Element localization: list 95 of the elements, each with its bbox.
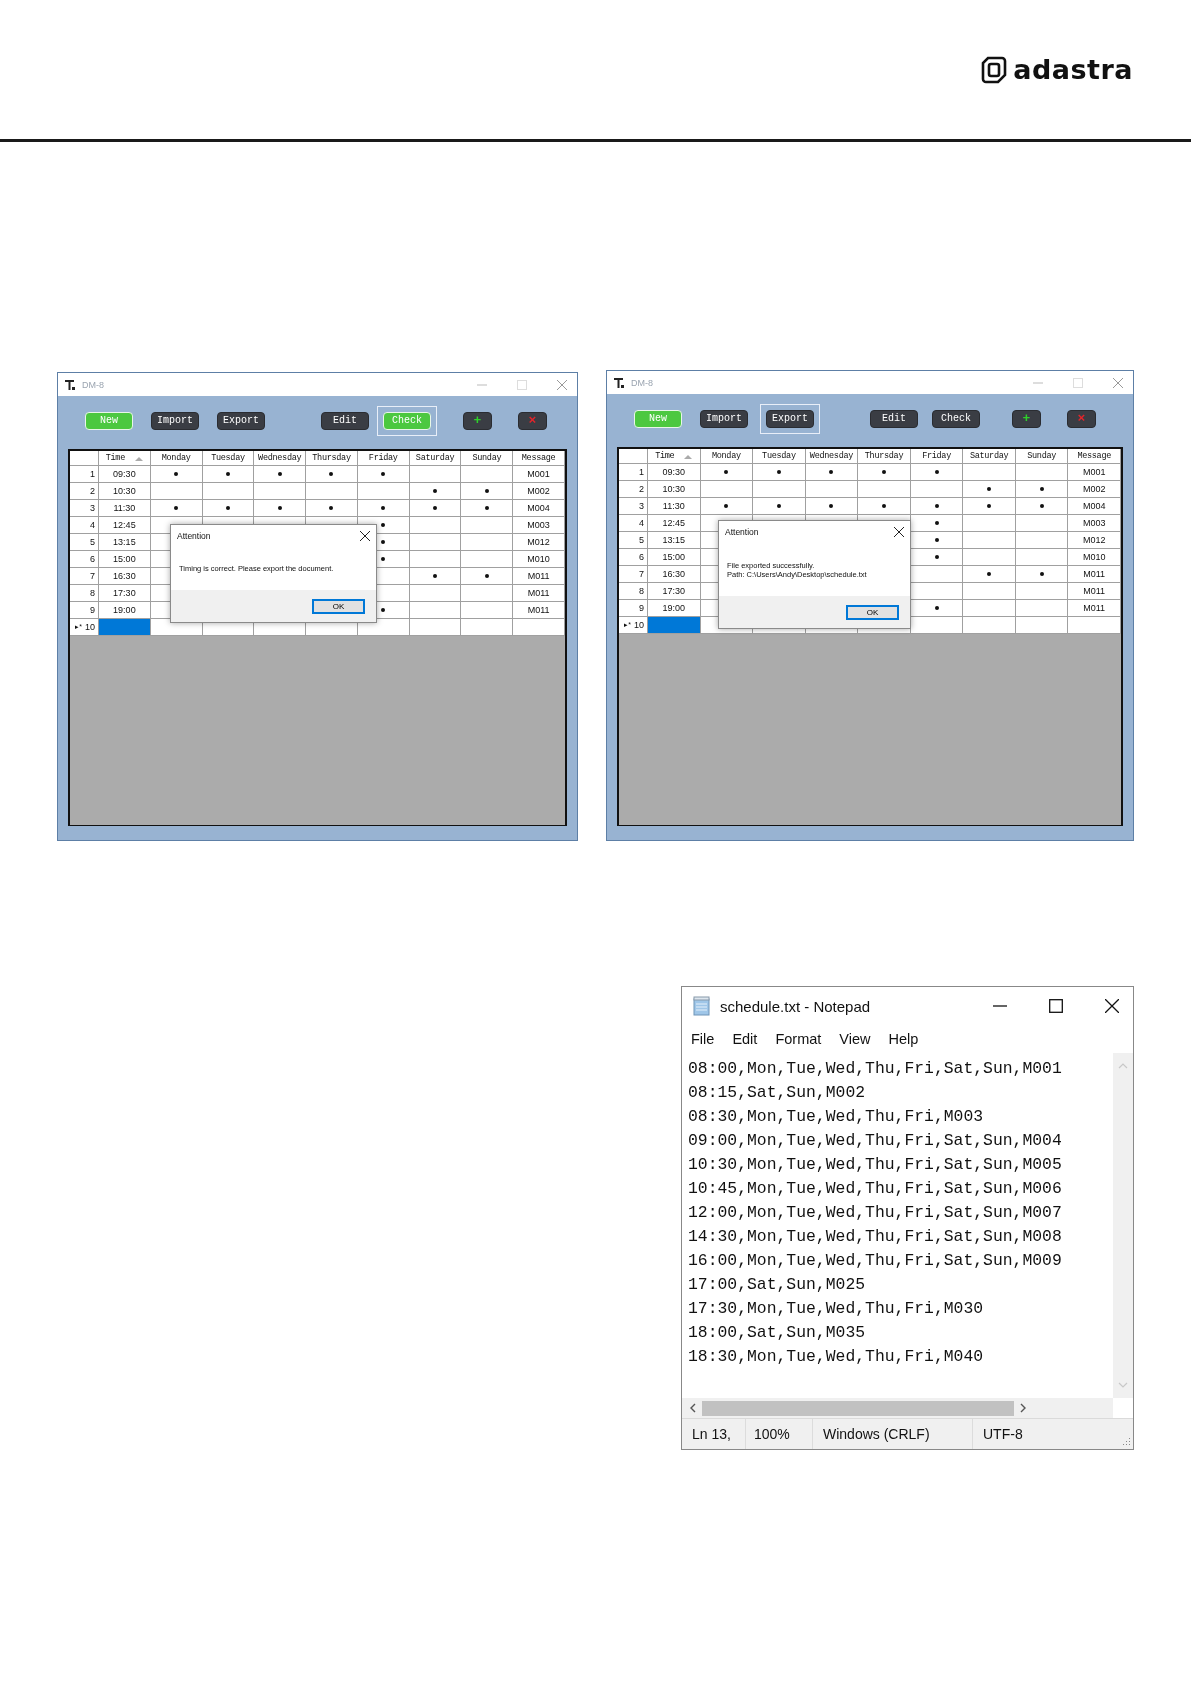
- column-header[interactable]: Message: [521, 453, 556, 463]
- row-number: 3: [90, 503, 95, 513]
- add-button[interactable]: +: [463, 412, 492, 430]
- toolbar-button[interactable]: Import: [700, 410, 748, 428]
- dialog-title: Attention: [725, 527, 759, 537]
- column-header[interactable]: Thursday: [312, 453, 351, 463]
- toolbar-button[interactable]: Export: [217, 412, 265, 430]
- row-number: 8: [639, 586, 644, 596]
- window-title: schedule.txt - Notepad: [720, 997, 871, 1015]
- row-number: 4: [639, 518, 644, 528]
- logo-text: adastra: [1013, 55, 1133, 85]
- column-header[interactable]: Thursday: [864, 451, 904, 461]
- row-number: 10: [634, 620, 644, 630]
- maximize-icon[interactable]: [1049, 999, 1063, 1013]
- resize-grip-icon: [1121, 1436, 1131, 1446]
- column-header[interactable]: Tuesday: [762, 451, 796, 461]
- menu-item[interactable]: Help: [888, 1031, 919, 1047]
- close-icon[interactable]: [360, 531, 370, 541]
- column-header[interactable]: Friday: [922, 451, 951, 461]
- toolbar-button[interactable]: Import: [151, 412, 199, 430]
- column-header[interactable]: Wednesday: [809, 451, 854, 461]
- column-header[interactable]: Saturday: [969, 451, 1009, 461]
- row-number: 2: [90, 486, 95, 496]
- text-line: 10:30,Mon,Tue,Wed,Thu,Fri,Sat,Sun,M005: [688, 1154, 1063, 1176]
- row-number: 6: [90, 554, 95, 564]
- column-header[interactable]: Tuesday: [211, 453, 245, 463]
- ok-button[interactable]: OK: [312, 598, 365, 614]
- menu-item[interactable]: File: [691, 1031, 715, 1047]
- ok-button[interactable]: OK: [846, 604, 899, 620]
- menu-item[interactable]: View: [839, 1031, 871, 1047]
- text-line: 08:15,Sat,Sun,M002: [688, 1082, 867, 1104]
- horizontal-scrollbar[interactable]: [682, 1398, 1113, 1418]
- selected-cell[interactable]: [648, 617, 701, 634]
- text-line: 12:00,Mon,Tue,Wed,Thu,Fri,Sat,Sun,M007: [688, 1202, 1063, 1224]
- notepad-icon: [692, 996, 712, 1016]
- status-text: UTF-8: [982, 1425, 1024, 1444]
- toolbar-button[interactable]: Export: [766, 410, 814, 428]
- close-icon[interactable]: [1105, 999, 1119, 1013]
- add-button[interactable]: +: [1012, 410, 1041, 428]
- scroll-right-icon: [1020, 1403, 1026, 1413]
- row-number: 2: [639, 484, 644, 494]
- text-line: 08:30,Mon,Tue,Wed,Thu,Fri,M003: [688, 1106, 985, 1128]
- scroll-up-icon: [1118, 1063, 1128, 1069]
- column-header[interactable]: Sunday: [472, 453, 502, 463]
- row-number: 7: [90, 571, 95, 581]
- status-text: Ln 13,: [682, 1419, 746, 1449]
- close-icon[interactable]: [894, 527, 904, 537]
- row-number: 5: [639, 535, 644, 545]
- row-number: 6: [639, 552, 644, 562]
- toolbar-button[interactable]: Edit: [321, 412, 369, 430]
- toolbar-button[interactable]: Edit: [870, 410, 918, 428]
- menu-item[interactable]: Edit: [732, 1031, 758, 1047]
- app-icon: [64, 378, 76, 391]
- row-number: 9: [639, 603, 644, 613]
- status-text: 100%: [746, 1419, 813, 1449]
- column-header[interactable]: Saturday: [415, 453, 455, 463]
- text-line: 17:30,Mon,Tue,Wed,Thu,Fri,M030: [688, 1298, 985, 1320]
- text-line: 09:00,Mon,Tue,Wed,Thu,Fri,Sat,Sun,M004: [688, 1130, 1063, 1152]
- scroll-left-icon: [690, 1403, 696, 1413]
- vertical-scrollbar[interactable]: [1113, 1053, 1133, 1398]
- row-number: 9: [90, 605, 95, 615]
- window-title: DM-8: [82, 379, 104, 390]
- row-number: 1: [90, 469, 95, 479]
- scroll-down-icon: [1118, 1382, 1128, 1388]
- row-number: 4: [90, 520, 95, 530]
- column-header[interactable]: Message: [1077, 451, 1111, 461]
- app-icon: [613, 376, 625, 389]
- menu-item[interactable]: Format: [775, 1031, 822, 1047]
- status-text: Windows (CRLF): [813, 1419, 973, 1449]
- text-line: 10:45,Mon,Tue,Wed,Thu,Fri,Sat,Sun,M006: [688, 1178, 1063, 1200]
- row-number: 1: [639, 467, 644, 477]
- window-title: DM-8: [631, 377, 653, 388]
- column-header[interactable]: Monday: [711, 451, 741, 461]
- column-header[interactable]: Sunday: [1027, 451, 1057, 461]
- text-line: 18:00,Sat,Sun,M035: [688, 1322, 867, 1344]
- text-line: 17:00,Sat,Sun,M025: [688, 1274, 867, 1296]
- scrollbar-thumb[interactable]: [702, 1400, 1014, 1416]
- text-line: 08:00,Mon,Tue,Wed,Thu,Fri,Sat,Sun,M001: [688, 1058, 1063, 1080]
- toolbar-button[interactable]: Check: [932, 410, 980, 428]
- text-line: 18:30,Mon,Tue,Wed,Thu,Fri,M040: [688, 1346, 985, 1368]
- dialog-title: Attention: [177, 531, 211, 541]
- selected-cell[interactable]: [99, 619, 151, 636]
- column-header[interactable]: Friday: [368, 453, 398, 463]
- row-number: 7: [639, 569, 644, 579]
- text-line: 16:00,Mon,Tue,Wed,Thu,Fri,Sat,Sun,M009: [688, 1250, 1063, 1272]
- column-header[interactable]: Time: [105, 453, 125, 463]
- row-number: 5: [90, 537, 95, 547]
- row-number: 8: [90, 588, 95, 598]
- column-header[interactable]: Monday: [161, 453, 191, 463]
- text-line: 14:30,Mon,Tue,Wed,Thu,Fri,Sat,Sun,M008: [688, 1226, 1063, 1248]
- logo-icon: [981, 56, 1008, 84]
- column-header[interactable]: Wednesday: [258, 453, 302, 463]
- row-number: 3: [639, 501, 644, 511]
- row-number: 10: [85, 622, 95, 632]
- column-header[interactable]: Time: [655, 451, 675, 461]
